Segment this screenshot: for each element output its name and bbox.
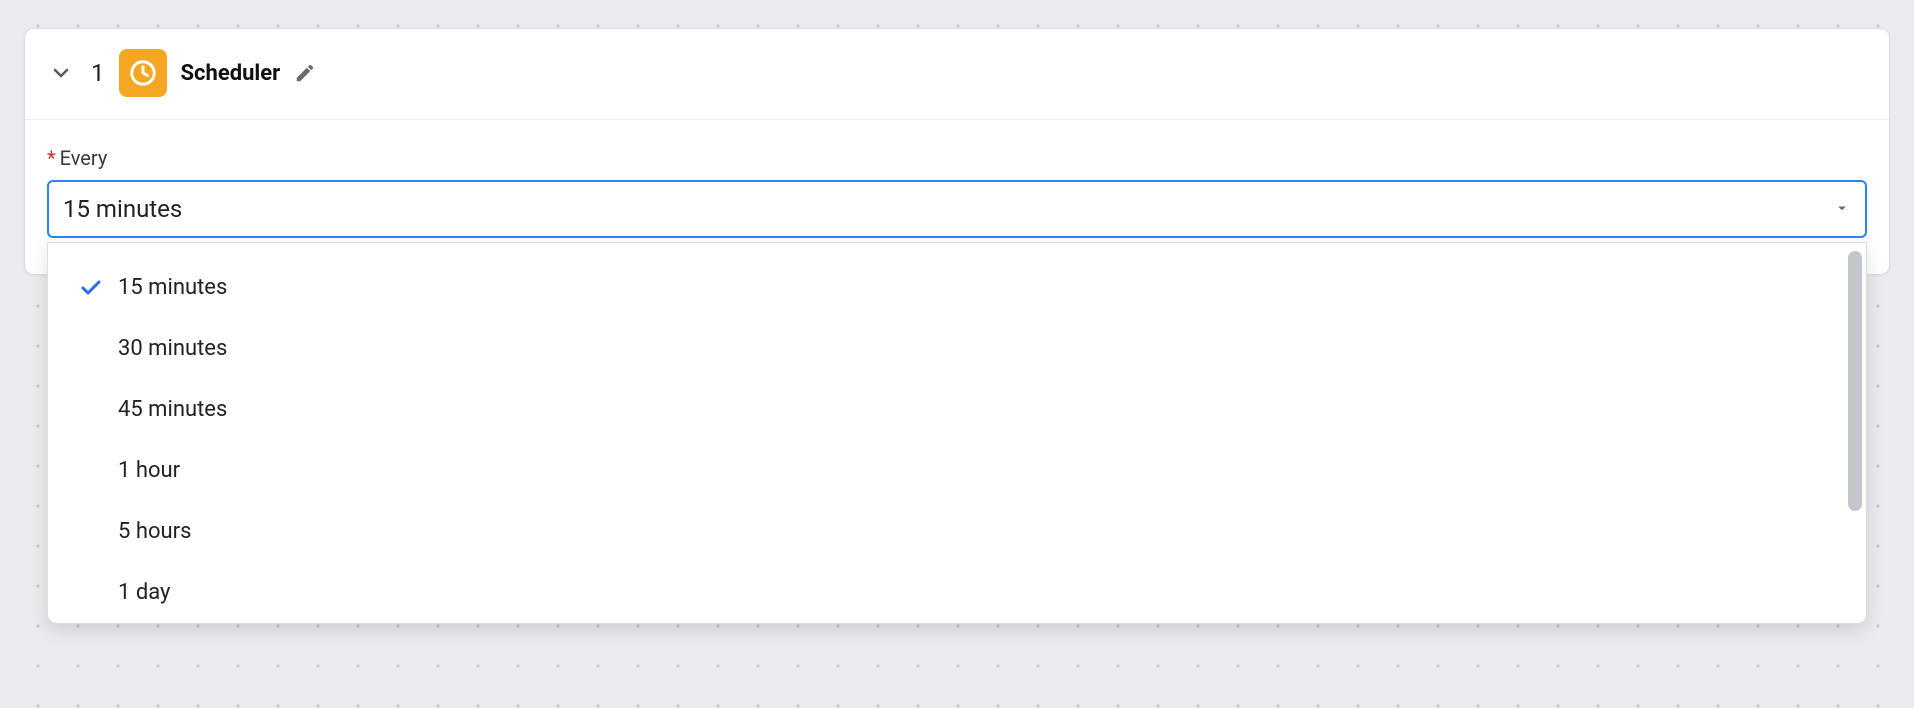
option-45-minutes[interactable]: 45 minutes — [48, 379, 1866, 440]
option-1-day[interactable]: 1 day — [48, 562, 1866, 623]
edit-step-name-button[interactable] — [294, 62, 316, 84]
dropdown-scrollbar[interactable] — [1848, 251, 1862, 511]
option-label: 5 hours — [118, 519, 191, 544]
every-dropdown-list[interactable]: 15 minutes 30 minutes 45 minutes 1 hour — [48, 243, 1866, 623]
option-label: 1 day — [118, 580, 170, 605]
clock-icon — [128, 58, 158, 88]
caret-down-icon — [1833, 199, 1851, 217]
option-30-minutes[interactable]: 30 minutes — [48, 318, 1866, 379]
scheduler-step-card: 1 Scheduler *Every 15 minutes — [24, 28, 1890, 275]
required-indicator: * — [47, 146, 56, 170]
option-label: 1 hour — [118, 458, 180, 483]
option-label: 45 minutes — [118, 397, 227, 422]
check-icon — [79, 276, 103, 300]
select-caret — [1833, 195, 1851, 223]
step-header: 1 Scheduler — [25, 29, 1889, 120]
every-label-text: Every — [60, 146, 108, 170]
every-select: 15 minutes 15 minutes 30 minutes — [47, 180, 1867, 238]
step-number: 1 — [91, 59, 105, 87]
every-field-label: *Every — [47, 146, 1867, 170]
option-label: 30 minutes — [118, 336, 227, 361]
pencil-icon — [294, 62, 316, 84]
option-5-hours[interactable]: 5 hours — [48, 501, 1866, 562]
step-body: *Every 15 minutes 15 minutes — [25, 120, 1889, 274]
option-15-minutes[interactable]: 15 minutes — [48, 257, 1866, 318]
collapse-toggle[interactable] — [47, 59, 75, 87]
every-select-input[interactable]: 15 minutes — [47, 180, 1867, 238]
every-selected-value: 15 minutes — [63, 195, 182, 223]
step-title: Scheduler — [181, 61, 281, 86]
scheduler-app-icon — [119, 49, 167, 97]
every-dropdown: 15 minutes 30 minutes 45 minutes 1 hour — [47, 242, 1867, 624]
option-label: 15 minutes — [118, 275, 227, 300]
option-1-hour[interactable]: 1 hour — [48, 440, 1866, 501]
chevron-down-icon — [49, 61, 73, 85]
option-check — [78, 276, 104, 300]
